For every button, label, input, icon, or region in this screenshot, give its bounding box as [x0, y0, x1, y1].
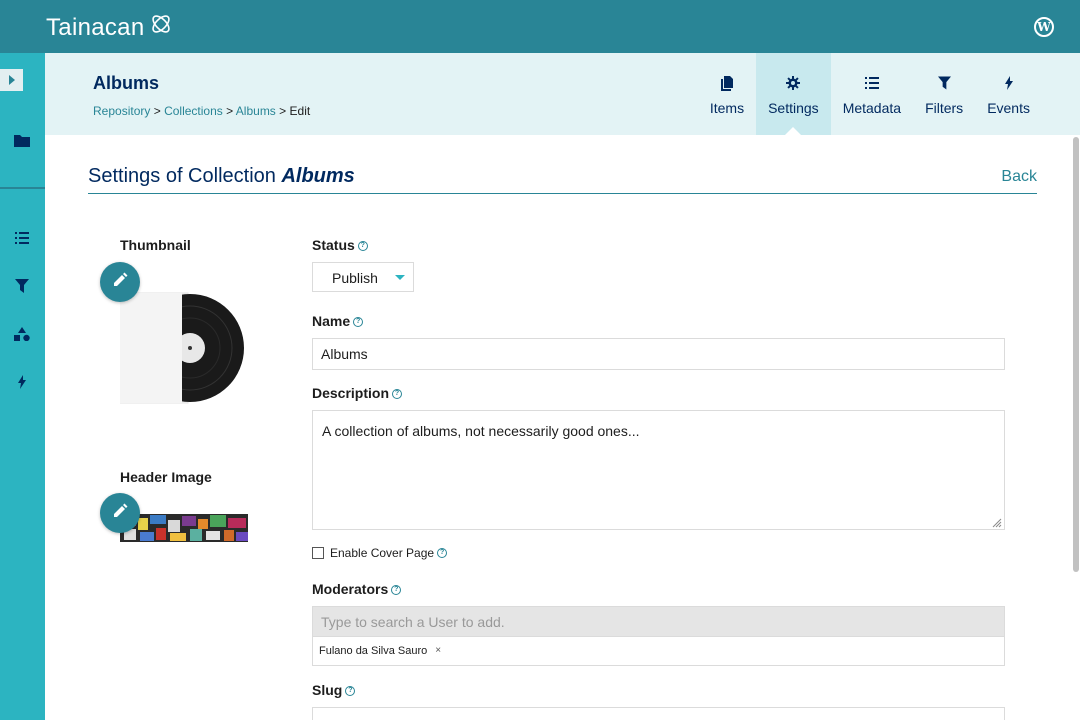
- sidebar-divider: [0, 187, 45, 189]
- items-icon: [720, 75, 733, 91]
- status-label: Status?: [312, 237, 368, 253]
- cover-page-row: Enable Cover Page?: [312, 546, 448, 560]
- tab-label: Settings: [768, 100, 819, 116]
- breadcrumb-repository[interactable]: Repository: [93, 104, 150, 118]
- tab-label: Events: [987, 100, 1030, 116]
- status-value: Publish: [332, 270, 378, 286]
- pencil-icon: [112, 503, 128, 524]
- moderator-name: Fulano da Silva Sauro: [319, 644, 428, 657]
- lightning-icon[interactable]: [13, 373, 31, 391]
- settings-content: Settings of Collection Albums Back Thumb…: [45, 135, 1080, 720]
- description-value: A collection of albums, not necessarily …: [322, 423, 640, 439]
- tainacan-logo[interactable]: Tainacan: [46, 12, 174, 43]
- breadcrumb-separator: >: [226, 104, 234, 118]
- breadcrumb-albums[interactable]: Albums: [236, 104, 276, 118]
- top-bar: Tainacan W: [0, 0, 1080, 53]
- description-label-text: Description: [312, 385, 390, 401]
- edit-header-image-button[interactable]: [100, 493, 140, 533]
- slug-label-text: Slug: [312, 682, 343, 698]
- moderators-label: Moderators?: [312, 581, 402, 597]
- metadata-list-icon: [864, 75, 879, 91]
- collection-tabs: Items Settings Metadata Filters Events: [698, 53, 1042, 135]
- status-select[interactable]: Publish: [312, 262, 414, 292]
- pencil-icon: [112, 272, 128, 293]
- description-label: Description?: [312, 385, 403, 401]
- tab-label: Metadata: [842, 100, 902, 116]
- help-icon[interactable]: ?: [357, 241, 368, 252]
- thumbnail-image: [119, 291, 246, 407]
- description-textarea[interactable]: A collection of albums, not necessarily …: [312, 410, 1005, 530]
- tab-filters[interactable]: Filters: [913, 53, 975, 135]
- left-sidebar: [0, 53, 45, 720]
- help-icon[interactable]: ?: [345, 686, 356, 697]
- name-label: Name?: [312, 313, 364, 329]
- help-icon[interactable]: ?: [353, 317, 364, 328]
- wordpress-icon[interactable]: W: [1034, 17, 1054, 37]
- tainacan-logo-icon: [148, 12, 174, 43]
- help-icon[interactable]: ?: [391, 585, 402, 596]
- breadcrumb-separator: >: [153, 104, 161, 118]
- section-title-prefix: Settings of Collection: [88, 165, 282, 187]
- metadata-list-icon[interactable]: [13, 229, 31, 247]
- taxonomies-icon[interactable]: [13, 325, 31, 343]
- tab-items[interactable]: Items: [698, 53, 756, 135]
- tab-metadata[interactable]: Metadata: [831, 53, 913, 135]
- section-title-collection: Albums: [281, 165, 355, 187]
- tab-label: Items: [709, 100, 745, 116]
- tab-settings[interactable]: Settings: [756, 53, 831, 135]
- edit-thumbnail-button[interactable]: [100, 262, 140, 302]
- collection-header: Albums Repository > Collections > Albums…: [45, 53, 1080, 135]
- cover-page-checkbox[interactable]: [312, 547, 324, 559]
- header-image-label: Header Image: [120, 469, 212, 485]
- help-icon[interactable]: ?: [392, 389, 403, 400]
- breadcrumb-current: Edit: [289, 104, 311, 118]
- breadcrumb-collections[interactable]: Collections: [164, 104, 223, 118]
- breadcrumb: Repository > Collections > Albums > Edit: [93, 104, 310, 118]
- page-title: Albums: [93, 73, 160, 93]
- breadcrumb-separator: >: [279, 104, 287, 118]
- name-input[interactable]: Albums: [312, 338, 1005, 370]
- moderators-list: Fulano da Silva Sauro ×: [312, 636, 1005, 666]
- tab-events[interactable]: Events: [975, 53, 1042, 135]
- moderators-search-input[interactable]: Type to search a User to add.: [312, 606, 1005, 637]
- filter-icon: [937, 75, 951, 91]
- lightning-icon: [1004, 75, 1014, 91]
- slug-input[interactable]: [312, 707, 1005, 720]
- remove-moderator-button[interactable]: ×: [435, 645, 441, 656]
- moderators-label-text: Moderators: [312, 581, 389, 597]
- sidebar-expand-button[interactable]: [0, 69, 23, 91]
- logo-text: Tainacan: [46, 13, 145, 41]
- back-link[interactable]: Back: [1001, 168, 1037, 186]
- thumbnail-label: Thumbnail: [120, 237, 191, 253]
- resize-handle-icon[interactable]: [990, 515, 1002, 528]
- section-divider: [88, 193, 1037, 194]
- help-icon[interactable]: ?: [437, 548, 448, 558]
- scrollbar[interactable]: [1073, 137, 1079, 572]
- filter-icon[interactable]: [13, 277, 31, 295]
- cover-page-label: Enable Cover Page: [330, 546, 435, 560]
- chevron-right-icon: [8, 75, 15, 85]
- slug-label: Slug?: [312, 682, 356, 698]
- tab-label: Filters: [925, 100, 964, 116]
- gear-icon: [786, 75, 801, 91]
- chevron-down-icon: [395, 275, 405, 280]
- collections-folder-icon[interactable]: [13, 131, 31, 149]
- section-title: Settings of Collection Albums: [88, 165, 355, 188]
- status-label-text: Status: [312, 237, 355, 253]
- name-label-text: Name: [312, 313, 351, 329]
